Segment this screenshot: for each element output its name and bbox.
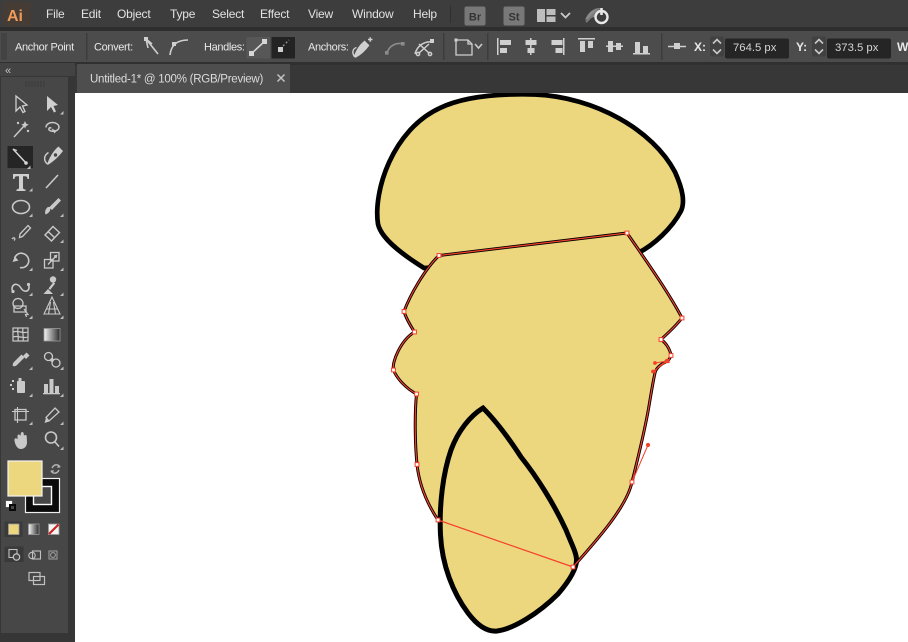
svg-text:Ai: Ai [7,8,23,25]
svg-text:Window: Window [352,7,394,21]
svg-text:X:: X: [694,40,706,54]
svg-text:Convert:: Convert: [94,42,133,54]
svg-text:Object: Object [117,7,151,21]
svg-text:Anchor Point: Anchor Point [15,42,74,54]
svg-text:Handles:: Handles: [204,42,245,54]
svg-text:Edit: Edit [81,7,102,21]
svg-text:Y:: Y: [796,40,807,54]
svg-text:St: St [509,12,520,24]
svg-text:Select: Select [212,7,245,21]
svg-text:Untitled-1* @ 100% (RGB/Previe: Untitled-1* @ 100% (RGB/Preview) [90,74,263,86]
svg-text:Type: Type [170,7,196,21]
svg-text:File: File [46,7,65,21]
svg-text:764.5 px: 764.5 px [733,42,777,54]
svg-text:Effect: Effect [260,7,290,21]
svg-text:View: View [308,7,334,21]
svg-text:Anchors:: Anchors: [308,42,349,54]
svg-text:373.5 px: 373.5 px [835,42,879,54]
svg-text:«: « [5,65,11,77]
svg-text:Br: Br [469,12,482,24]
svg-text:Help: Help [413,7,437,21]
svg-text:W:: W: [897,40,908,54]
